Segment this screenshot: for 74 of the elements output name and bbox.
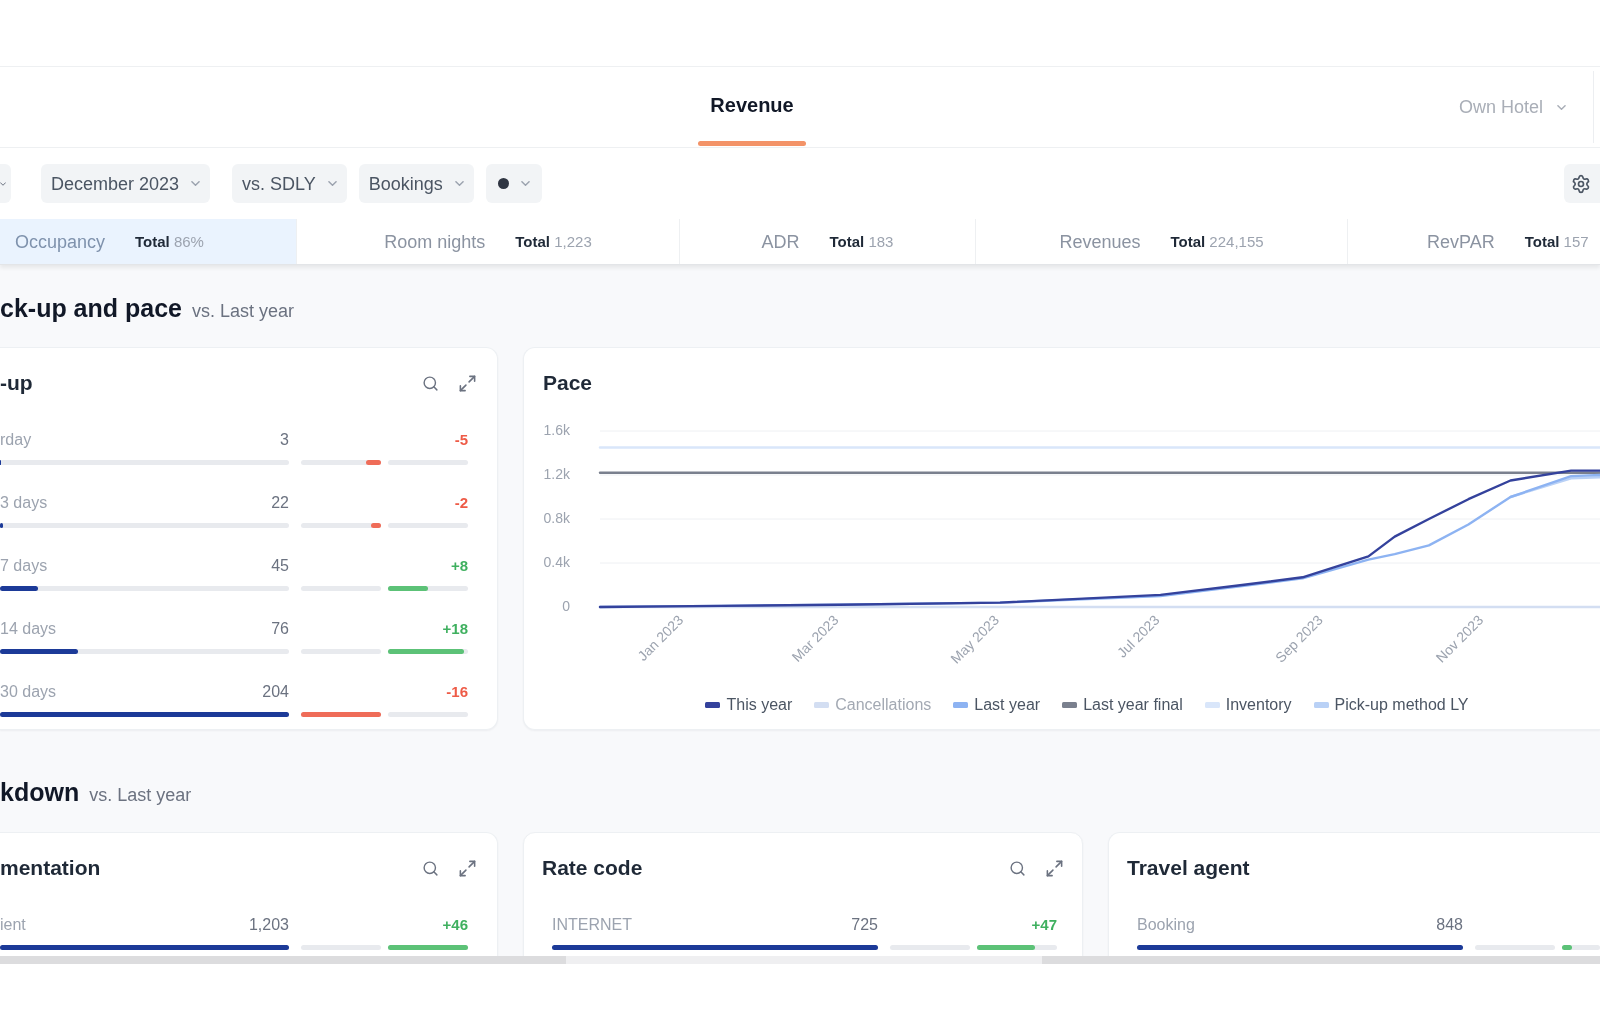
dot-icon: [497, 178, 509, 189]
caret-icon: [520, 181, 530, 186]
section-title: kdown: [0, 777, 80, 807]
search-icon[interactable]: [422, 374, 439, 392]
settings-icon: [1571, 173, 1591, 194]
change-value: -16: [446, 682, 468, 702]
comparison-label: vs. Last year: [89, 784, 192, 806]
row-value: 848: [1436, 915, 1463, 935]
change-value: +47: [1031, 915, 1057, 935]
horizontal-scrollbar[interactable]: [0, 956, 1600, 964]
caret-icon: [327, 181, 337, 186]
change-value: -5: [454, 430, 468, 450]
section-title: ck-up and pace: [0, 293, 182, 323]
caret-icon: [0, 181, 6, 186]
filter-dropdown[interactable]: [485, 164, 542, 203]
comparison-label: vs. Last year: [192, 300, 295, 322]
legend-item[interactable]: Inventory: [1204, 695, 1292, 715]
filter-dropdown[interactable]: December 2023: [41, 164, 211, 203]
row-label: rday: [0, 430, 32, 450]
change-value: +18: [442, 619, 468, 639]
row-label: INTERNET: [552, 915, 632, 935]
caret-icon: [1557, 104, 1566, 110]
row-label: 14 days: [0, 619, 57, 639]
legend-item[interactable]: Last year: [953, 695, 1041, 715]
row-value: 22: [271, 493, 289, 513]
card-title: Rate code: [542, 856, 643, 880]
row-label: 3 days: [0, 493, 48, 513]
card-title: Pace: [543, 371, 593, 395]
expand-icon[interactable]: [458, 373, 477, 393]
search-icon[interactable]: [1009, 859, 1026, 877]
legend-item[interactable]: Pick-up method LY: [1313, 695, 1469, 715]
change-value: -2: [454, 493, 468, 513]
row-label: Booking: [1137, 915, 1195, 935]
row-value: 725: [851, 915, 878, 935]
caret-icon: [191, 181, 201, 186]
card-title: mentation: [0, 856, 101, 880]
row-label: 30 days: [0, 682, 57, 702]
kpi-tab[interactable]: Room nights Total 1,223: [296, 219, 679, 264]
row-value: 1,203: [248, 915, 289, 935]
card-title: Travel agent: [1127, 856, 1250, 880]
settings-button[interactable]: [1564, 164, 1600, 203]
filter-dropdown[interactable]: Bookings: [358, 164, 474, 203]
change-value: +8: [450, 556, 468, 576]
tab[interactable]: Revenue: [698, 67, 806, 147]
card-title: -up: [0, 371, 33, 395]
legend-swatch-icon: [705, 702, 721, 708]
axis-label: 0: [562, 597, 570, 614]
axis-label: 0.4k: [543, 553, 570, 570]
filter-dropdown[interactable]: vs. SDLY: [232, 164, 347, 203]
search-icon[interactable]: [422, 859, 439, 877]
kpi-tab[interactable]: Occupancy Total 86%: [0, 219, 296, 264]
axis-label: 0.8k: [543, 509, 570, 526]
row-value: 76: [271, 619, 289, 639]
row-value: 204: [262, 682, 289, 702]
change-value: +46: [442, 915, 468, 935]
legend-swatch-icon: [953, 702, 969, 708]
legend-swatch-icon: [1313, 702, 1329, 708]
kpi-tab[interactable]: ADR Total 183: [679, 219, 975, 264]
legend-item[interactable]: This year: [705, 695, 793, 715]
legend-swatch-icon: [1204, 702, 1220, 708]
kpi-tab[interactable]: Revenues Total 224,155: [975, 219, 1347, 264]
row-label: 7 days: [0, 556, 48, 576]
caret-icon: [454, 181, 464, 186]
kpi-tab[interactable]: RevPAR Total 157: [1347, 219, 1600, 264]
axis-label: 1.6k: [543, 421, 570, 438]
expand-icon[interactable]: [1045, 858, 1064, 878]
row-value: 45: [271, 556, 289, 576]
row-value: 3: [280, 430, 289, 450]
legend-item[interactable]: Last year final: [1062, 695, 1183, 715]
axis-label: 1.2k: [543, 465, 570, 482]
legend-swatch-icon: [1062, 702, 1078, 708]
legend-swatch-icon: [814, 702, 830, 708]
row-label: ient: [0, 915, 26, 935]
expand-icon[interactable]: [458, 858, 477, 878]
